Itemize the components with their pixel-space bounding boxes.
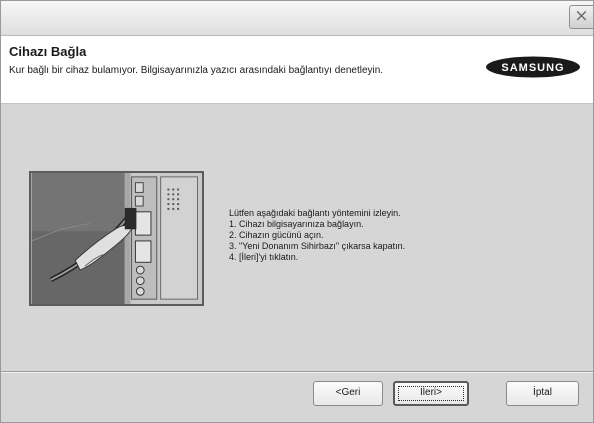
- cancel-button[interactable]: İptal: [506, 381, 579, 406]
- page-title: Cihazı Bağla: [9, 44, 87, 59]
- main-content: Lütfen aşağıdaki bağlantı yöntemini izle…: [1, 104, 593, 371]
- button-bar: <Geri İleri> İptal: [1, 373, 593, 422]
- back-button[interactable]: <Geri: [313, 381, 383, 406]
- setup-dialog-window: × Cihazı Bağla Kur bağlı bir cihaz bulam…: [0, 0, 594, 423]
- instruction-step: 2. Cihazın gücünü açın.: [229, 230, 324, 240]
- instructions-intro: Lütfen aşağıdaki bağlantı yöntemini izle…: [229, 208, 401, 218]
- instruction-step: 4. [İleri]'yi tıklatın.: [229, 252, 299, 262]
- connection-illustration: [29, 171, 204, 306]
- header-panel: Cihazı Bağla Kur bağlı bir cihaz bulamıy…: [1, 36, 593, 104]
- close-icon[interactable]: ×: [569, 5, 593, 29]
- samsung-logo-text: SAMSUNG: [501, 62, 564, 74]
- samsung-logo: SAMSUNG: [486, 56, 580, 78]
- page-subtitle: Kur bağlı bir cihaz bulamıyor. Bilgisaya…: [9, 65, 384, 76]
- next-button[interactable]: İleri>: [393, 381, 469, 406]
- instruction-step: 3. "Yeni Donanım Sihirbazı" çıkarsa kapa…: [229, 241, 406, 251]
- focus-rectangle: [398, 386, 464, 401]
- instruction-step: 1. Cihazı bilgisayarınıza bağlayın.: [229, 219, 364, 229]
- title-bar[interactable]: ×: [1, 1, 593, 36]
- connection-instructions: Lütfen aşağıdaki bağlantı yöntemini izle…: [229, 208, 405, 263]
